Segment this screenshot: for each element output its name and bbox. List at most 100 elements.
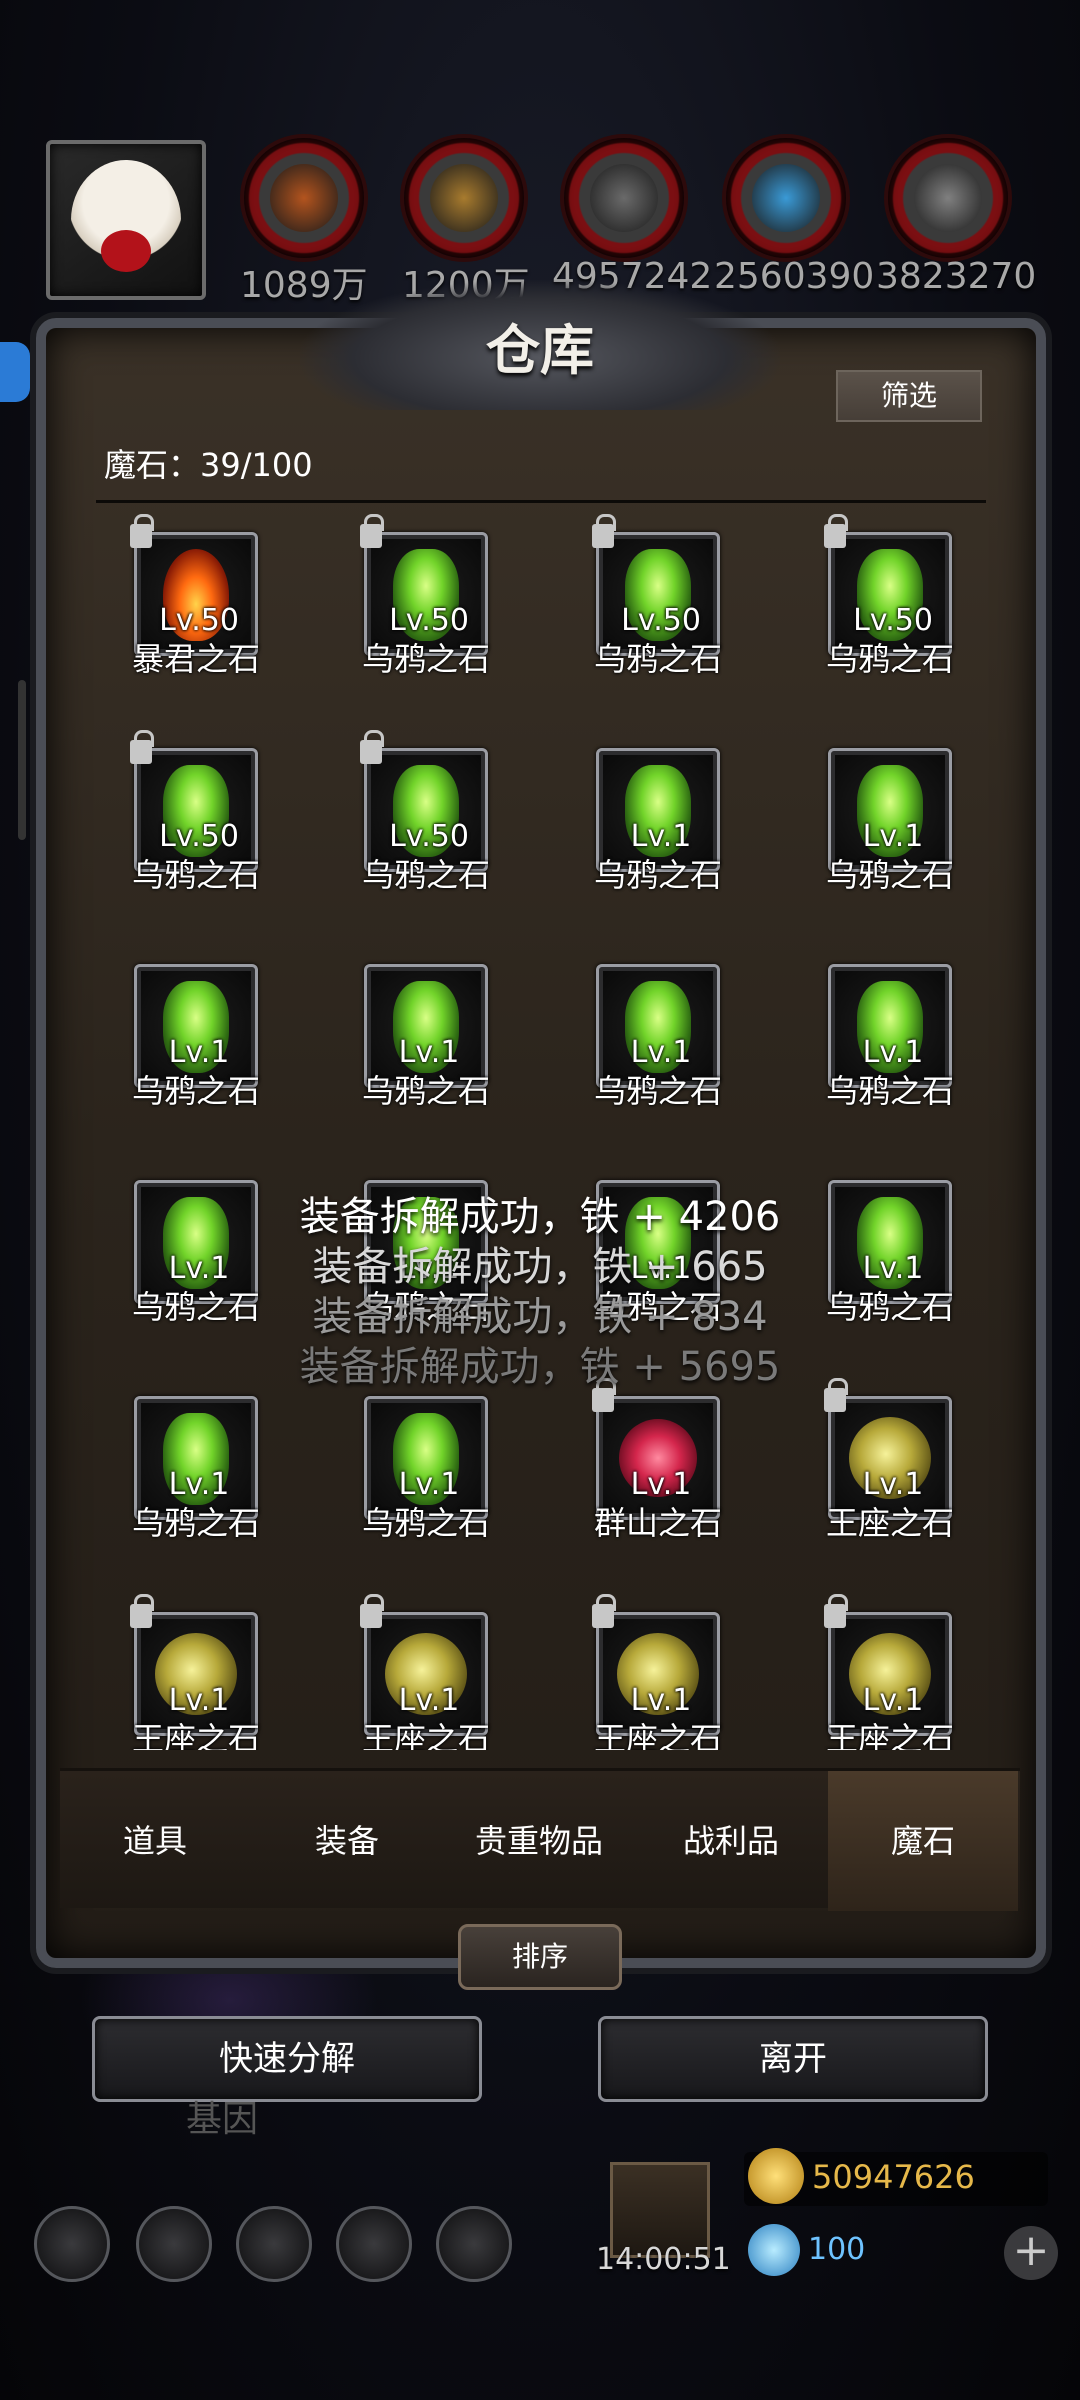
lock-icon xyxy=(592,514,616,548)
inventory-item[interactable]: Lv.1 乌鸦之石 xyxy=(790,726,986,916)
leave-button[interactable]: 离开 xyxy=(598,2016,988,2102)
tab-magic-stones[interactable]: 魔石 xyxy=(828,1771,1018,1911)
inventory-item[interactable]: Lv.50 乌鸦之石 xyxy=(558,510,758,700)
side-scroll-indicator xyxy=(18,680,26,840)
item-level: Lv.50 xyxy=(389,603,469,638)
gift-timer: 14:00:51 xyxy=(596,2242,731,2277)
item-level: Lv.1 xyxy=(168,1035,230,1070)
inventory-item[interactable]: Lv.1 群山之石 xyxy=(558,1374,758,1564)
item-name: 王座之石 xyxy=(593,1720,722,1750)
inventory-item[interactable]: Lv.1 王座之石 xyxy=(326,1590,526,1750)
item-name: 乌鸦之石 xyxy=(131,856,260,894)
meat-icon xyxy=(270,164,338,232)
item-level: Lv.50 xyxy=(159,603,239,638)
item-level: Lv.50 xyxy=(621,603,701,638)
inventory-item[interactable]: Lv.1 乌鸦之石 xyxy=(558,726,758,916)
item-name: 王座之石 xyxy=(825,1504,954,1542)
item-name: 乌鸦之石 xyxy=(593,856,722,894)
add-gems-button[interactable]: + xyxy=(1004,2226,1058,2280)
lock-icon xyxy=(360,730,384,764)
inventory-item[interactable]: Lv.50 暴君之石 xyxy=(96,510,296,700)
tab-valuables[interactable]: 贵重物品 xyxy=(444,1771,634,1911)
lock-icon xyxy=(360,1594,384,1628)
inventory-item[interactable]: Lv.1 王座之石 xyxy=(790,1374,986,1564)
lock-icon xyxy=(824,1594,848,1628)
item-level: Lv.1 xyxy=(630,1467,692,1502)
item-name: 乌鸦之石 xyxy=(593,1072,722,1110)
gem-icon xyxy=(748,2224,800,2276)
star-icon[interactable] xyxy=(136,2206,212,2282)
sort-button[interactable]: 排序 xyxy=(458,1924,622,1990)
item-name: 暴君之石 xyxy=(131,640,260,678)
lock-icon xyxy=(824,514,848,548)
filter-button[interactable]: 筛选 xyxy=(836,370,982,422)
gold-value: 50947626 xyxy=(812,2158,975,2196)
inventory-item[interactable]: Lv.50 乌鸦之石 xyxy=(326,726,526,916)
inventory-item[interactable]: Lv.1 王座之石 xyxy=(96,1590,296,1750)
inventory-item[interactable]: Lv.1 乌鸦之石 xyxy=(326,1374,526,1564)
item-name: 乌鸦之石 xyxy=(825,1072,954,1110)
item-level: Lv.1 xyxy=(398,1035,460,1070)
meat-resource-icon[interactable] xyxy=(244,138,364,258)
item-name: 群山之石 xyxy=(593,1504,722,1542)
item-name: 乌鸦之石 xyxy=(131,1072,260,1110)
wood-icon xyxy=(430,164,498,232)
quick-decompose-button[interactable]: 快速分解 xyxy=(92,2016,482,2102)
alliance-icon[interactable] xyxy=(436,2206,512,2282)
panel-divider xyxy=(96,500,986,503)
item-name: 乌鸦之石 xyxy=(825,856,954,894)
item-level: Lv.1 xyxy=(862,1467,924,1502)
inventory-item[interactable]: Lv.1 乌鸦之石 xyxy=(558,942,758,1132)
lock-icon xyxy=(130,1594,154,1628)
gem-value: 100 xyxy=(808,2232,866,2267)
item-name: 王座之石 xyxy=(131,1720,260,1750)
item-level: Lv.1 xyxy=(168,1467,230,1502)
lock-icon xyxy=(130,730,154,764)
crystal-icon xyxy=(752,164,820,232)
tab-items[interactable]: 道具 xyxy=(60,1771,250,1911)
floating-assistant-icon[interactable] xyxy=(0,342,30,402)
inventory-item[interactable]: Lv.1 乌鸦之石 xyxy=(326,942,526,1132)
magic-stone-count: 魔石：39/100 xyxy=(104,446,313,484)
item-level: Lv.1 xyxy=(630,1035,692,1070)
mail-icon[interactable] xyxy=(336,2206,412,2282)
building-icon[interactable] xyxy=(236,2206,312,2282)
item-name: 乌鸦之石 xyxy=(361,1072,490,1110)
item-name: 乌鸦之石 xyxy=(361,640,490,678)
inventory-item[interactable]: Lv.50 乌鸦之石 xyxy=(96,726,296,916)
tab-loot[interactable]: 战利品 xyxy=(636,1771,826,1911)
wood-resource-icon[interactable] xyxy=(404,138,524,258)
inventory-item[interactable]: Lv.1 王座之石 xyxy=(790,1590,986,1750)
tab-equipment[interactable]: 装备 xyxy=(252,1771,442,1911)
gold-coin-icon xyxy=(748,2148,804,2204)
avatar-portrait xyxy=(71,160,181,280)
stone-resource-icon[interactable] xyxy=(564,138,684,258)
item-level: Lv.1 xyxy=(862,819,924,854)
item-level: Lv.50 xyxy=(389,819,469,854)
item-level: Lv.50 xyxy=(853,603,933,638)
item-name: 乌鸦之石 xyxy=(131,1504,260,1542)
iron-resource-icon[interactable] xyxy=(888,138,1008,258)
lock-icon xyxy=(592,1594,616,1628)
iron-value: 3823270 xyxy=(876,256,1037,297)
category-tabs: 道具 装备 贵重物品 战利品 魔石 xyxy=(60,1768,1020,1911)
inventory-item[interactable]: Lv.1 乌鸦之石 xyxy=(790,942,986,1132)
inventory-item[interactable]: Lv.50 乌鸦之石 xyxy=(326,510,526,700)
settings-icon[interactable] xyxy=(34,2206,110,2282)
item-level: Lv.1 xyxy=(862,1035,924,1070)
item-level: Lv.50 xyxy=(159,819,239,854)
stone-icon xyxy=(590,164,658,232)
panel-title: 仓库 xyxy=(486,318,594,382)
inventory-item[interactable]: Lv.50 乌鸦之石 xyxy=(790,510,986,700)
iron-icon xyxy=(914,164,982,232)
item-name: 乌鸦之石 xyxy=(361,1504,490,1542)
item-grid: Lv.50 暴君之石 Lv.50 乌鸦之石 Lv.50 乌鸦之石 Lv.50 乌鸦之石 Lv.5… xyxy=(96,510,986,1750)
inventory-item[interactable]: Lv.1 王座之石 xyxy=(558,1590,758,1750)
item-name: 乌鸦之石 xyxy=(593,640,722,678)
inventory-item[interactable]: Lv.1 乌鸦之石 xyxy=(96,1374,296,1564)
crystal-resource-icon[interactable] xyxy=(726,138,846,258)
inventory-item[interactable]: Lv.1 乌鸦之石 xyxy=(96,942,296,1132)
item-level: Lv.1 xyxy=(630,1683,692,1718)
player-avatar[interactable] xyxy=(46,140,206,300)
lock-icon xyxy=(360,514,384,548)
